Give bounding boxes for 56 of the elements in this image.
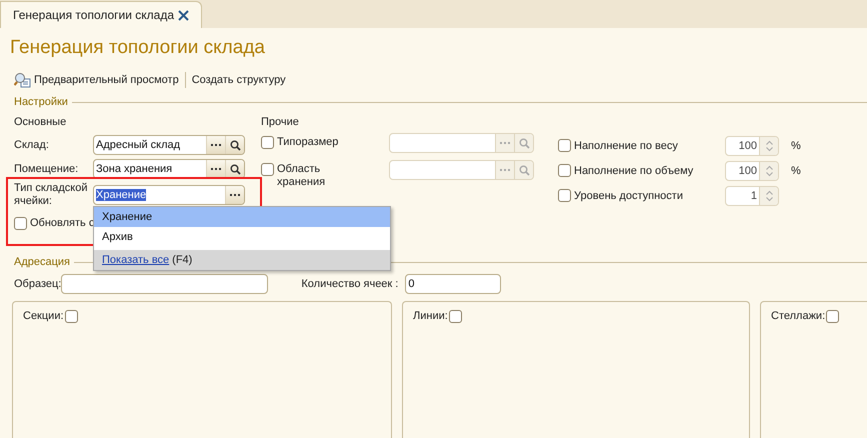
- checkbox[interactable]: [448, 310, 462, 323]
- choose-button[interactable]: [206, 136, 225, 154]
- checkbox-label: Область хранения: [277, 163, 326, 189]
- search-button[interactable]: [225, 136, 244, 154]
- checkbox-label: Уровень доступности: [574, 190, 683, 202]
- search-icon: [230, 164, 240, 174]
- panel-label: Секции:: [23, 310, 64, 322]
- spin-icon: [766, 140, 772, 152]
- field-label: Количество ячеек :: [301, 278, 400, 290]
- more-icon: [500, 168, 510, 172]
- more-icon: [211, 144, 221, 146]
- more-icon: [500, 142, 510, 144]
- shortcut-label: (F4): [172, 254, 192, 266]
- search-button[interactable]: [225, 160, 244, 178]
- close-icon[interactable]: [178, 10, 189, 20]
- tab-label: Генерация топологии склада: [13, 8, 174, 22]
- unit-label: %: [791, 140, 801, 152]
- field-label: Образец:: [14, 278, 62, 290]
- preview-button[interactable]: Предварительный просмотр: [14, 72, 179, 88]
- more-icon: [230, 194, 240, 196]
- checkbox-label: Типоразмер: [277, 136, 340, 149]
- page-title: Генерация топологии склада: [9, 36, 266, 60]
- choose-button[interactable]: [206, 160, 225, 178]
- field-label: Тип складской ячейки:: [14, 182, 88, 208]
- unit-label: %: [791, 164, 801, 176]
- panel-label: Стеллажи:: [771, 310, 826, 322]
- magnifier-icon: [14, 72, 31, 88]
- choose-button[interactable]: [225, 186, 244, 204]
- show-all-link[interactable]: Показать все: [102, 254, 170, 266]
- search-icon: [518, 138, 530, 148]
- checkbox[interactable]: [64, 310, 78, 323]
- search-icon: [518, 164, 530, 176]
- field-label: Склад:: [14, 138, 50, 152]
- cell-type-field[interactable]: Хранение: [93, 185, 245, 205]
- count-field[interactable]: 0: [405, 274, 502, 294]
- dropdown-option[interactable]: Хранение: [94, 207, 390, 227]
- more-icon: [211, 168, 221, 170]
- checkbox[interactable]: [14, 216, 27, 230]
- checkbox-label: Наполнение по весу: [574, 140, 678, 152]
- checkbox[interactable]: [826, 310, 840, 323]
- group-title: Основные: [14, 116, 66, 128]
- search-icon: [230, 140, 240, 150]
- sample-field[interactable]: [61, 274, 268, 294]
- panel-label: Линии:: [413, 310, 448, 322]
- section-title: Адресация: [14, 256, 70, 268]
- section-title: Настройки: [14, 96, 68, 108]
- field-label: Помещение:: [14, 162, 80, 176]
- checkbox-label: Наполнение по объему: [574, 164, 694, 176]
- lookup-field[interactable]: Зона хранения: [93, 159, 245, 179]
- dropdown-option[interactable]: Архив: [94, 227, 390, 247]
- spin-icon: [766, 164, 772, 176]
- group-title: Прочие: [261, 116, 299, 128]
- lookup-field[interactable]: Адресный склад: [93, 135, 245, 155]
- spin-icon: [766, 190, 772, 202]
- create-structure-button[interactable]: Создать структуру: [192, 74, 286, 86]
- document-tab[interactable]: Генерация топологии склада: [0, 1, 202, 28]
